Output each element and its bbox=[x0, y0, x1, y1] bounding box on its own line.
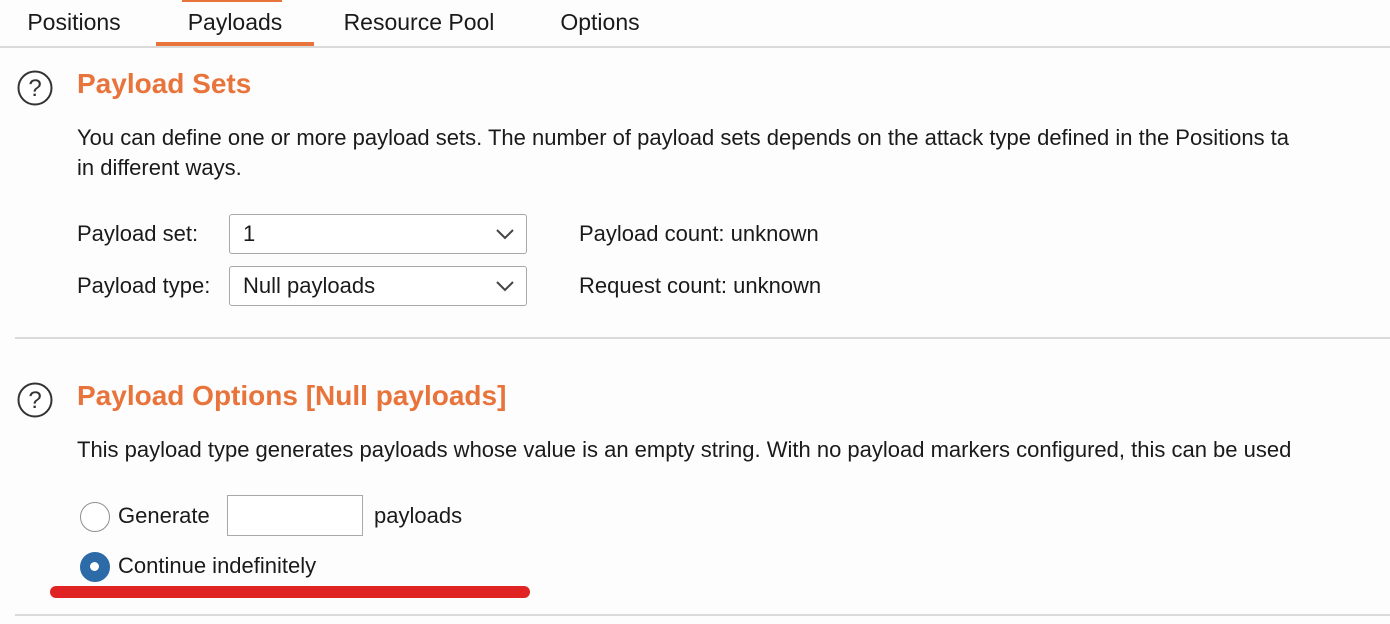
continue-indefinitely-label[interactable]: Continue indefinitely bbox=[118, 553, 316, 579]
payload-sets-title: Payload Sets bbox=[77, 68, 252, 99]
payload-type-label: Payload type: bbox=[77, 273, 211, 298]
svg-text:?: ? bbox=[28, 75, 41, 102]
tab-options[interactable]: Options bbox=[540, 0, 660, 44]
payload-sets-description-line1: You can define one or more payload sets.… bbox=[77, 125, 1290, 150]
payload-options-title: Payload Options [Null payloads] bbox=[77, 380, 507, 411]
tab-resource-pool[interactable]: Resource Pool bbox=[330, 0, 508, 44]
tab-active-top-accent bbox=[182, 0, 282, 2]
continue-indefinitely-radio[interactable] bbox=[80, 552, 110, 582]
tab-payloads[interactable]: Payloads bbox=[156, 0, 314, 46]
chevron-down-icon bbox=[496, 281, 514, 292]
section-divider bbox=[15, 337, 1390, 339]
red-annotation-underline bbox=[50, 586, 530, 598]
section-divider bbox=[15, 614, 1390, 616]
payload-options-description: This payload type generates payloads who… bbox=[77, 437, 1292, 462]
payload-type-select[interactable]: Null payloads bbox=[229, 266, 527, 306]
help-icon[interactable]: ? bbox=[17, 70, 53, 106]
tab-bar: Positions Payloads Resource Pool Options bbox=[0, 0, 1390, 48]
payload-sets-description-line2: in different ways. bbox=[77, 155, 242, 180]
tab-positions[interactable]: Positions bbox=[0, 0, 148, 44]
payload-count-text: Payload count: unknown bbox=[579, 221, 819, 246]
help-icon[interactable]: ? bbox=[17, 382, 53, 418]
svg-text:?: ? bbox=[28, 387, 41, 414]
payloads-suffix-label: payloads bbox=[374, 503, 463, 528]
generate-count-input[interactable] bbox=[227, 495, 363, 536]
payload-type-value: Null payloads bbox=[243, 273, 376, 298]
payload-set-value: 1 bbox=[243, 221, 256, 246]
payload-set-label: Payload set: bbox=[77, 221, 199, 246]
payload-set-select[interactable]: 1 bbox=[229, 214, 527, 254]
chevron-down-icon bbox=[496, 229, 514, 240]
generate-label[interactable]: Generate bbox=[118, 503, 210, 529]
generate-radio[interactable] bbox=[80, 502, 110, 532]
request-count-text: Request count: unknown bbox=[579, 273, 822, 298]
